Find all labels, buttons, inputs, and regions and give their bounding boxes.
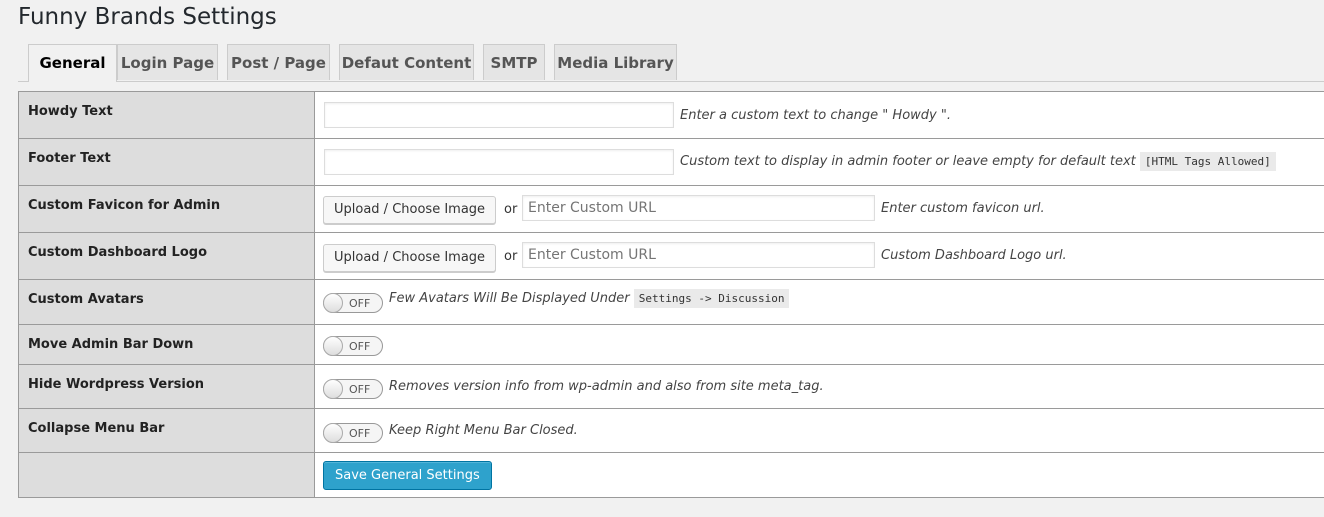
- avatars-description: Few Avatars Will Be Displayed Under Sett…: [389, 289, 790, 308]
- hide-wp-version-toggle[interactable]: OFF: [323, 379, 383, 399]
- row-collapse-menu: Collapse Menu Bar OFF Keep Right Menu Ba…: [18, 408, 1324, 453]
- toggle-knob: [323, 293, 343, 313]
- favicon-url-input[interactable]: [522, 195, 875, 221]
- logo-description: Custom Dashboard Logo url.: [881, 248, 1067, 263]
- row-label-empty: [18, 452, 315, 498]
- settings-table: Howdy Text Enter a custom text to change…: [18, 91, 1324, 498]
- save-general-settings-button[interactable]: Save General Settings: [323, 461, 492, 490]
- collapse-menu-toggle[interactable]: OFF: [323, 423, 383, 443]
- toggle-state: OFF: [349, 340, 371, 353]
- footer-text-input[interactable]: [324, 149, 674, 175]
- tab-media-library[interactable]: Media Library: [554, 44, 677, 80]
- row-custom-favicon: Custom Favicon for Admin Upload / Choose…: [18, 185, 1324, 233]
- tab-login-page[interactable]: Login Page: [117, 44, 218, 80]
- collapse-description: Keep Right Menu Bar Closed.: [389, 423, 578, 438]
- tab-post-page[interactable]: Post / Page: [227, 44, 330, 80]
- html-tags-code: [HTML Tags Allowed]: [1139, 152, 1276, 171]
- row-label: Custom Dashboard Logo: [18, 232, 315, 280]
- row-move-admin-bar: Move Admin Bar Down OFF: [18, 324, 1324, 365]
- toggle-knob: [323, 336, 343, 356]
- toggle-state: OFF: [349, 383, 371, 396]
- row-label: Custom Favicon for Admin: [18, 185, 315, 233]
- row-label: Hide Wordpress Version: [18, 364, 315, 409]
- howdy-text-input[interactable]: [324, 102, 674, 128]
- settings-tabs: General Login Page Post / Page Defaut Co…: [18, 44, 1324, 82]
- toggle-state: OFF: [349, 297, 371, 310]
- row-hide-wp-version: Hide Wordpress Version OFF Removes versi…: [18, 364, 1324, 409]
- favicon-upload-button[interactable]: Upload / Choose Image: [323, 196, 497, 224]
- logo-url-input[interactable]: [522, 242, 875, 268]
- or-text: or: [504, 249, 518, 264]
- row-howdy-text: Howdy Text Enter a custom text to change…: [18, 91, 1324, 139]
- howdy-description: Enter a custom text to change " Howdy ".: [680, 108, 951, 123]
- footer-description: Custom text to display in admin footer o…: [680, 152, 1276, 171]
- custom-avatars-toggle[interactable]: OFF: [323, 293, 383, 313]
- row-label: Howdy Text: [18, 91, 315, 139]
- favicon-description: Enter custom favicon url.: [881, 201, 1045, 216]
- row-label: Custom Avatars: [18, 279, 315, 325]
- row-label: Collapse Menu Bar: [18, 408, 315, 453]
- footer-description-text: Custom text to display in admin footer o…: [680, 154, 1136, 169]
- toggle-knob: [323, 379, 343, 399]
- logo-upload-button[interactable]: Upload / Choose Image: [323, 244, 497, 272]
- tab-defaut-content[interactable]: Defaut Content: [339, 44, 474, 80]
- move-admin-bar-toggle[interactable]: OFF: [323, 336, 383, 356]
- wp-version-description: Removes version info from wp-admin and a…: [389, 379, 824, 394]
- tab-general[interactable]: General: [28, 44, 117, 82]
- toggle-knob: [323, 423, 343, 443]
- row-label: Move Admin Bar Down: [18, 324, 315, 365]
- row-label: Footer Text: [18, 138, 315, 186]
- row-custom-avatars: Custom Avatars OFF Few Avatars Will Be D…: [18, 279, 1324, 325]
- row-footer-text: Footer Text Custom text to display in ad…: [18, 138, 1324, 186]
- avatars-description-text: Few Avatars Will Be Displayed Under: [389, 291, 630, 306]
- page-title: Funny Brands Settings: [18, 4, 277, 30]
- row-save: Save General Settings: [18, 452, 1324, 498]
- tab-smtp[interactable]: SMTP: [483, 44, 545, 80]
- toggle-state: OFF: [349, 427, 371, 440]
- row-dashboard-logo: Custom Dashboard Logo Upload / Choose Im…: [18, 232, 1324, 280]
- or-text: or: [504, 202, 518, 217]
- settings-discussion-code: Settings -> Discussion: [633, 289, 790, 308]
